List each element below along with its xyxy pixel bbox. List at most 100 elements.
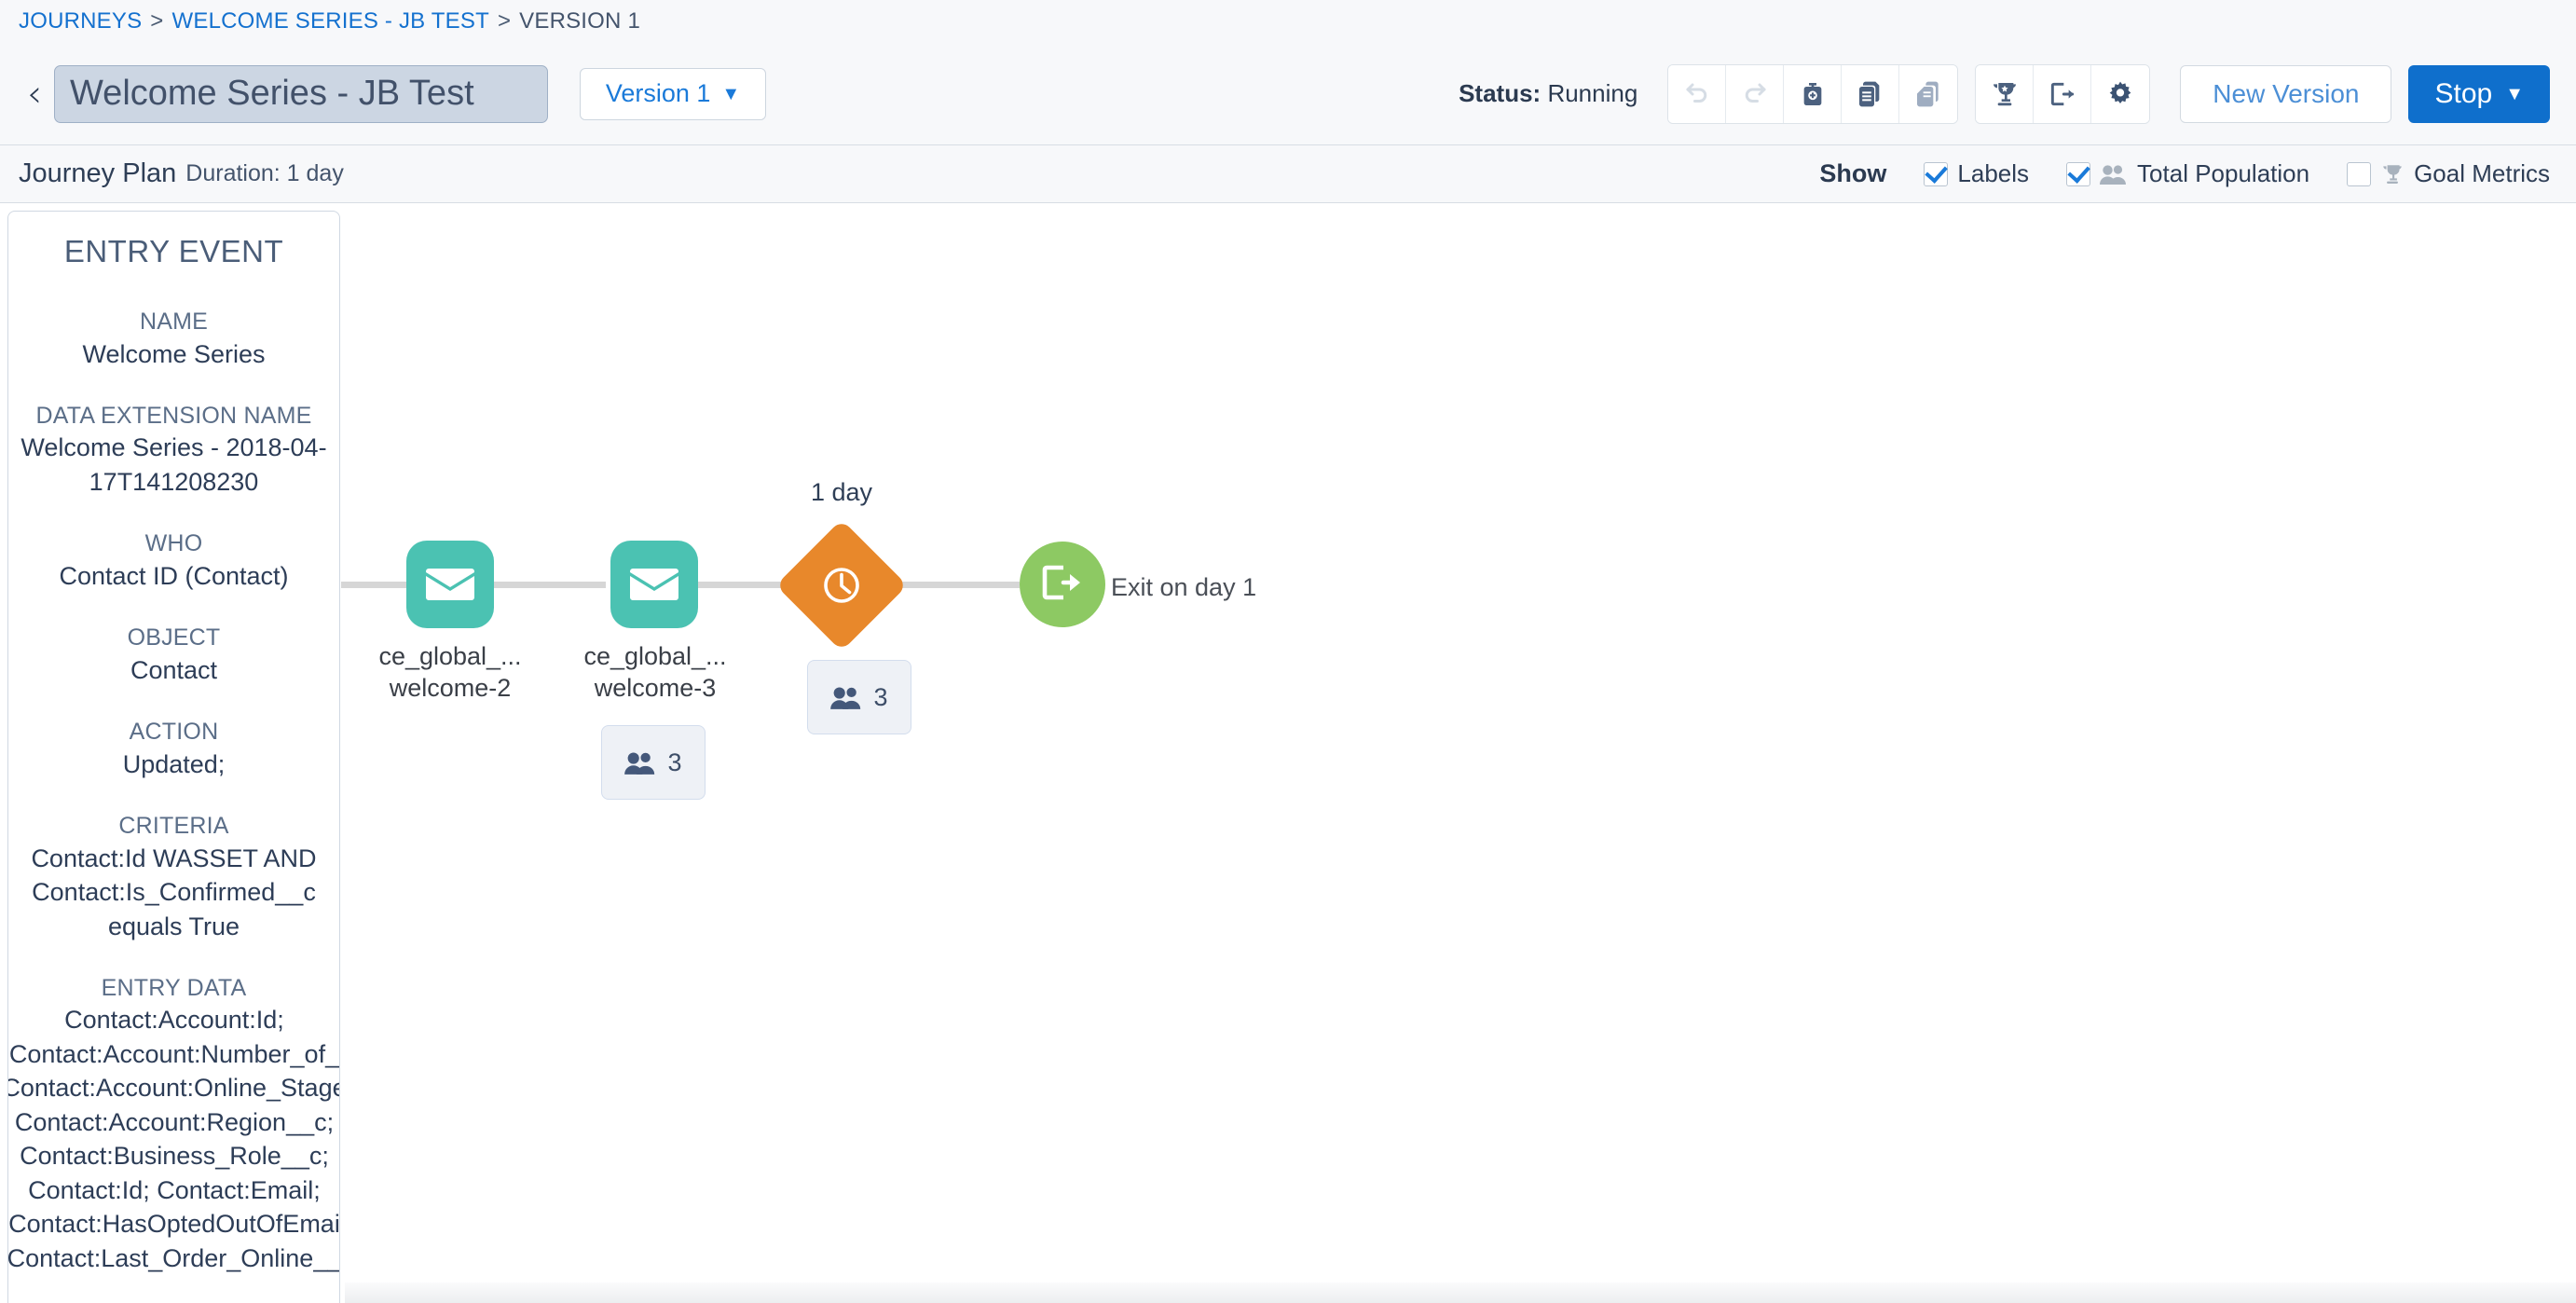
entry-field-name-key: NAME	[139, 309, 209, 335]
new-version-button[interactable]: New Version	[2180, 64, 2392, 123]
breadcrumb-separator: >	[150, 8, 164, 34]
chevron-down-icon: ▼	[2505, 83, 2524, 104]
undo-button[interactable]	[1668, 64, 1727, 123]
status-badge: Status: Running	[1459, 79, 1637, 108]
copy-duplicate-icon	[1856, 79, 1885, 109]
exit-arrow-icon	[1041, 562, 1084, 608]
settings-gear-button[interactable]	[2091, 64, 2150, 123]
activity-label-exit: Exit on day 1	[1111, 573, 1257, 601]
journey-duration: Duration: 1 day	[185, 160, 344, 186]
version-history-button[interactable]	[1899, 64, 1958, 123]
population-count-email-welcome-3: 3	[667, 748, 682, 776]
envelope-icon	[630, 565, 678, 604]
breadcrumb-item-journeys[interactable]: JOURNEYS	[19, 8, 142, 34]
entry-field-criteria-key: CRITERIA	[118, 813, 229, 840]
stop-label: Stop	[2434, 77, 2493, 109]
version-selector-label: Version 1	[605, 79, 711, 107]
population-badge-wait[interactable]: 3	[807, 660, 911, 734]
goal-trophy-button[interactable]	[1976, 64, 2035, 123]
population-count-wait: 3	[873, 682, 888, 711]
journey-plan-bar: Journey Plan Duration: 1 day Show Labels…	[0, 145, 2576, 203]
settings-gear-icon	[2105, 79, 2135, 109]
checkbox-goal-metrics-box[interactable]	[2347, 161, 2372, 186]
entry-field-action-key: ACTION	[129, 719, 219, 746]
entry-field-data-extension: DATA EXTENSION NAME Welcome Series - 201…	[8, 401, 339, 499]
journey-canvas[interactable]: ENTRY EVENT NAME Welcome Series DATA EXT…	[0, 203, 2576, 1303]
redo-icon	[1741, 80, 1769, 108]
population-badge-email-welcome-3[interactable]: 3	[601, 725, 706, 800]
breadcrumb-item-journey-name[interactable]: WELCOME SERIES - JB TEST	[172, 8, 489, 34]
flow-connector	[494, 582, 606, 588]
people-icon	[624, 750, 656, 775]
entry-field-entry-data-key: ENTRY DATA	[101, 974, 247, 1001]
entry-field-object-key: OBJECT	[127, 624, 221, 652]
entry-field-object: OBJECT Contact	[8, 623, 339, 687]
breadcrumb-separator: >	[497, 8, 512, 34]
entry-field-action: ACTION Updated;	[8, 717, 339, 781]
health-check-button[interactable]	[1784, 64, 1843, 123]
flow-connector	[893, 582, 1020, 588]
new-version-label: New Version	[2213, 78, 2360, 108]
checkbox-goal-metrics[interactable]: Goal Metrics	[2347, 159, 2550, 188]
export-icon	[2048, 79, 2077, 109]
checkbox-goal-metrics-text: Goal Metrics	[2414, 159, 2550, 187]
undo-icon	[1683, 80, 1711, 108]
toolbar-icon-group-primary	[1667, 63, 1959, 124]
breadcrumb-item-version: VERSION 1	[519, 8, 640, 34]
journey-header-toolbar: ‹ Version 1 ▼ Status: Running	[0, 43, 2576, 145]
clock-icon	[817, 561, 866, 610]
toolbar-icon-group-secondary	[1975, 63, 2151, 124]
activity-node-wait[interactable]	[775, 519, 908, 652]
entry-field-criteria: CRITERIA Contact:Id WASSET AND Contact:I…	[8, 811, 339, 943]
entry-field-name: NAME Welcome Series	[8, 307, 339, 371]
breadcrumb: JOURNEYS > WELCOME SERIES - JB TEST > VE…	[0, 0, 2576, 43]
entry-event-panel[interactable]: ENTRY EVENT NAME Welcome Series DATA EXT…	[7, 211, 340, 1303]
activity-label-email-welcome-3: ce_global_... welcome-3	[583, 642, 727, 702]
entry-field-data-extension-key: DATA EXTENSION NAME	[35, 402, 312, 429]
health-check-icon	[1798, 79, 1828, 109]
entry-event-heading: ENTRY EVENT	[63, 234, 284, 268]
journey-name-input[interactable]	[54, 64, 548, 123]
entry-field-action-value: Updated;	[122, 749, 226, 778]
entry-field-who-key: WHO	[144, 530, 203, 557]
entry-field-name-value: Welcome Series	[82, 339, 266, 368]
copy-duplicate-button[interactable]	[1842, 64, 1900, 123]
show-label: Show	[1819, 159, 1887, 187]
checkbox-labels-text: Labels	[1957, 159, 2030, 187]
entry-field-who: WHO Contact ID (Contact)	[8, 528, 339, 593]
goal-trophy-icon	[1990, 79, 2020, 109]
stop-button[interactable]: Stop ▼	[2408, 64, 2550, 123]
show-options-group: Show Labels Total Population Goal Metric…	[1819, 159, 2550, 188]
status-label: Status:	[1459, 79, 1541, 107]
activity-node-email-welcome-3[interactable]	[610, 541, 698, 628]
checkbox-total-population-text: Total Population	[2137, 159, 2310, 187]
back-chevron-icon[interactable]: ‹	[19, 75, 50, 114]
status-value: Running	[1547, 79, 1638, 107]
activity-node-email-welcome-2[interactable]	[406, 541, 494, 628]
flow-connector	[341, 582, 408, 588]
checkbox-labels[interactable]: Labels	[1924, 159, 2029, 188]
redo-button[interactable]	[1726, 64, 1785, 123]
checkbox-labels-box[interactable]	[1924, 161, 1949, 186]
export-button[interactable]	[2034, 64, 2092, 123]
people-icon	[830, 685, 862, 710]
horizontal-scrollbar[interactable]	[345, 1282, 2576, 1303]
entry-field-criteria-value: Contact:Id WASSET AND Contact:Is_Confirm…	[31, 844, 317, 940]
people-icon	[2100, 163, 2128, 185]
entry-field-entry-data-value: Contact:Account:Id; Contact:Account:Numb…	[7, 1006, 340, 1272]
activity-label-email-welcome-2: ce_global_... welcome-2	[378, 642, 522, 702]
chevron-down-icon: ▼	[721, 83, 741, 104]
version-history-icon	[1913, 79, 1943, 109]
checkbox-total-population-box[interactable]	[2066, 161, 2091, 186]
version-selector-dropdown[interactable]: Version 1 ▼	[580, 67, 766, 120]
entry-field-object-value: Contact	[130, 655, 218, 684]
checkbox-total-population[interactable]: Total Population	[2066, 159, 2309, 188]
entry-field-entry-data: ENTRY DATA Contact:Account:Id; Contact:A…	[8, 973, 339, 1275]
trophy-icon	[2380, 162, 2405, 186]
envelope-icon	[426, 565, 474, 604]
entry-field-who-value: Contact ID (Contact)	[59, 561, 289, 590]
journey-plan-title: Journey Plan	[19, 158, 177, 188]
activity-label-wait: 1 day	[810, 478, 873, 506]
entry-field-data-extension-value: Welcome Series - 2018-04-17T141208230	[21, 433, 327, 496]
activity-node-exit[interactable]	[1020, 542, 1105, 627]
